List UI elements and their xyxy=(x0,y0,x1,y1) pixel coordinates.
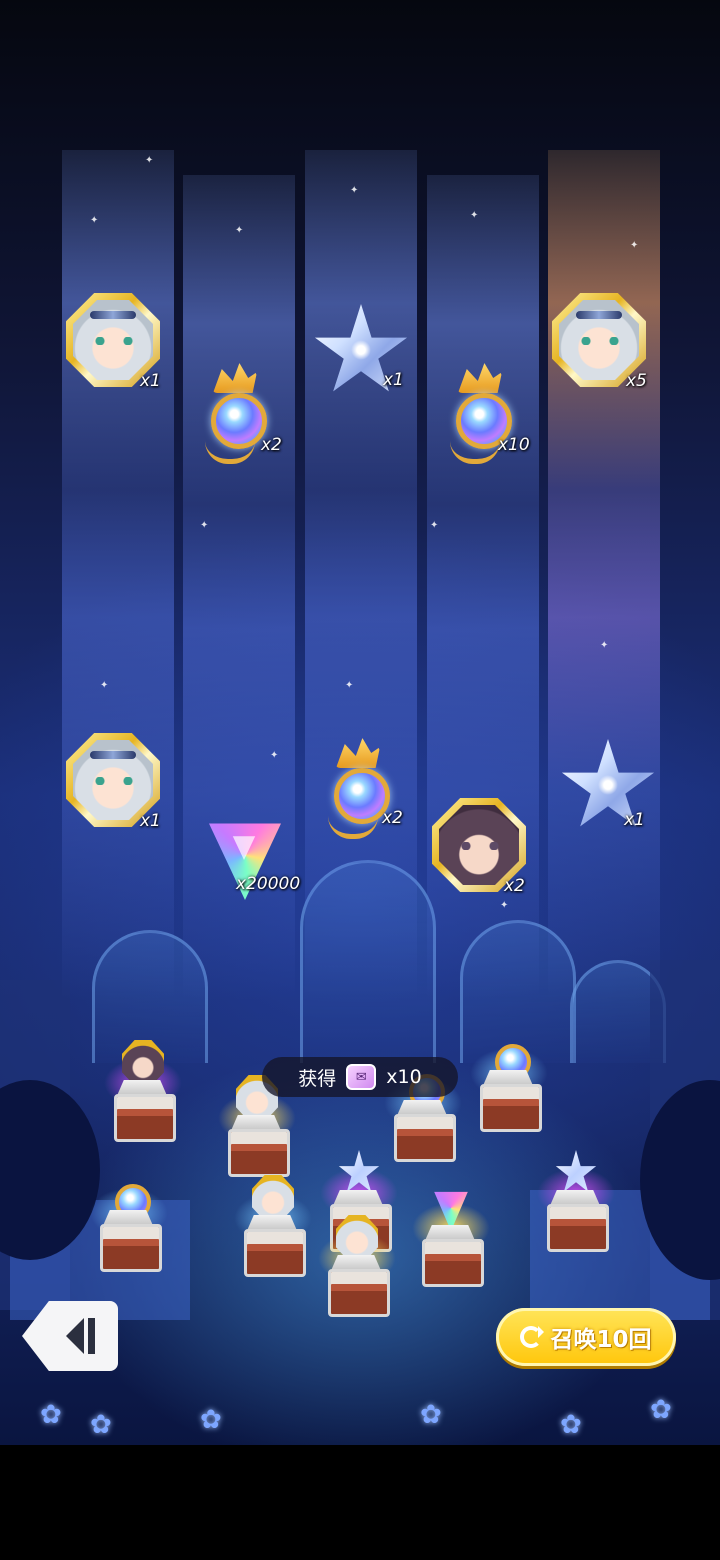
light-column xyxy=(62,150,174,1000)
reward-portrait-silver-hair[interactable]: x5 xyxy=(548,285,658,395)
flower-icon: ✿ xyxy=(650,1395,672,1425)
character-portrait-icon xyxy=(122,1040,164,1086)
reward-prism-gem[interactable]: x20000 xyxy=(190,800,300,910)
sparkle-icon: ✦ xyxy=(235,225,244,236)
flower-icon: ✿ xyxy=(420,1400,442,1430)
chest xyxy=(537,1150,615,1252)
sparkle-icon: ✦ xyxy=(500,900,509,911)
reward-count: x2 xyxy=(261,435,282,455)
reward-portrait-silver-hair[interactable]: x1 xyxy=(62,725,172,835)
chest xyxy=(90,1170,168,1272)
reward-star-crystal[interactable]: x1 xyxy=(305,300,415,410)
reward-count: x5 xyxy=(626,371,647,391)
summon-result-scene: ✦ ✦ ✦ ✦ ✦ ✦ ✦ ✦ ✦ ✦ ✦ ✦ ✦ x1 x2 x1 x10 x… xyxy=(0,0,720,1445)
chest xyxy=(234,1175,312,1277)
obtained-label: 获得 xyxy=(298,1067,337,1090)
chest xyxy=(470,1030,548,1132)
summon-10-button[interactable]: 召唤10回 xyxy=(496,1308,676,1366)
flower-icon: ✿ xyxy=(40,1400,62,1430)
reward-amulet[interactable]: x2 xyxy=(308,730,418,840)
reward-count: x20000 xyxy=(236,874,301,894)
sparkle-icon: ✦ xyxy=(145,155,154,166)
obtained-banner: 获得 ✉ x10 xyxy=(262,1057,458,1097)
reward-portrait-silver-hair[interactable]: x1 xyxy=(62,285,172,395)
reward-portrait-dark-hair[interactable]: x2 xyxy=(428,790,538,900)
sparkle-icon: ✦ xyxy=(90,215,99,226)
chest xyxy=(104,1040,182,1142)
character-portrait-icon xyxy=(252,1175,294,1221)
sparkle-icon: ✦ xyxy=(600,640,609,651)
reward-count: x2 xyxy=(504,876,525,896)
reward-count: x2 xyxy=(382,808,403,828)
reward-star-crystal[interactable]: x1 xyxy=(552,735,662,845)
summon-10-label: 召唤10回 xyxy=(550,1327,652,1353)
reward-amulet[interactable]: x10 xyxy=(430,355,540,465)
flower-icon: ✿ xyxy=(560,1410,582,1440)
back-arrow-icon xyxy=(65,1318,84,1354)
sparkle-icon: ✦ xyxy=(345,680,354,691)
reward-count: x10 xyxy=(498,435,530,455)
chest xyxy=(318,1215,396,1317)
bottom-bar xyxy=(0,1445,720,1560)
light-column xyxy=(548,150,660,1000)
sparkle-icon: ✦ xyxy=(470,210,479,221)
chest xyxy=(412,1185,490,1287)
reward-count: x1 xyxy=(383,370,404,390)
sparkle-icon: ✦ xyxy=(100,680,109,691)
sparkle-icon: ✦ xyxy=(270,750,279,761)
reward-count: x1 xyxy=(140,371,161,391)
flower-icon: ✿ xyxy=(90,1410,112,1440)
obtained-quantity: x10 xyxy=(386,1066,422,1088)
sparkle-icon: ✦ xyxy=(630,240,639,251)
character-portrait-icon xyxy=(336,1215,378,1261)
reward-count: x1 xyxy=(624,810,645,830)
sparkle-icon: ✦ xyxy=(430,520,439,531)
sparkle-icon: ✦ xyxy=(350,185,359,196)
light-column xyxy=(305,150,417,1000)
summon-ticket-icon: ✉ xyxy=(346,1064,377,1090)
sparkle-icon: ✦ xyxy=(200,520,209,531)
flower-icon: ✿ xyxy=(200,1405,222,1435)
reward-count: x1 xyxy=(140,811,161,831)
reward-amulet[interactable]: x2 xyxy=(185,355,295,465)
refresh-icon xyxy=(520,1326,545,1348)
